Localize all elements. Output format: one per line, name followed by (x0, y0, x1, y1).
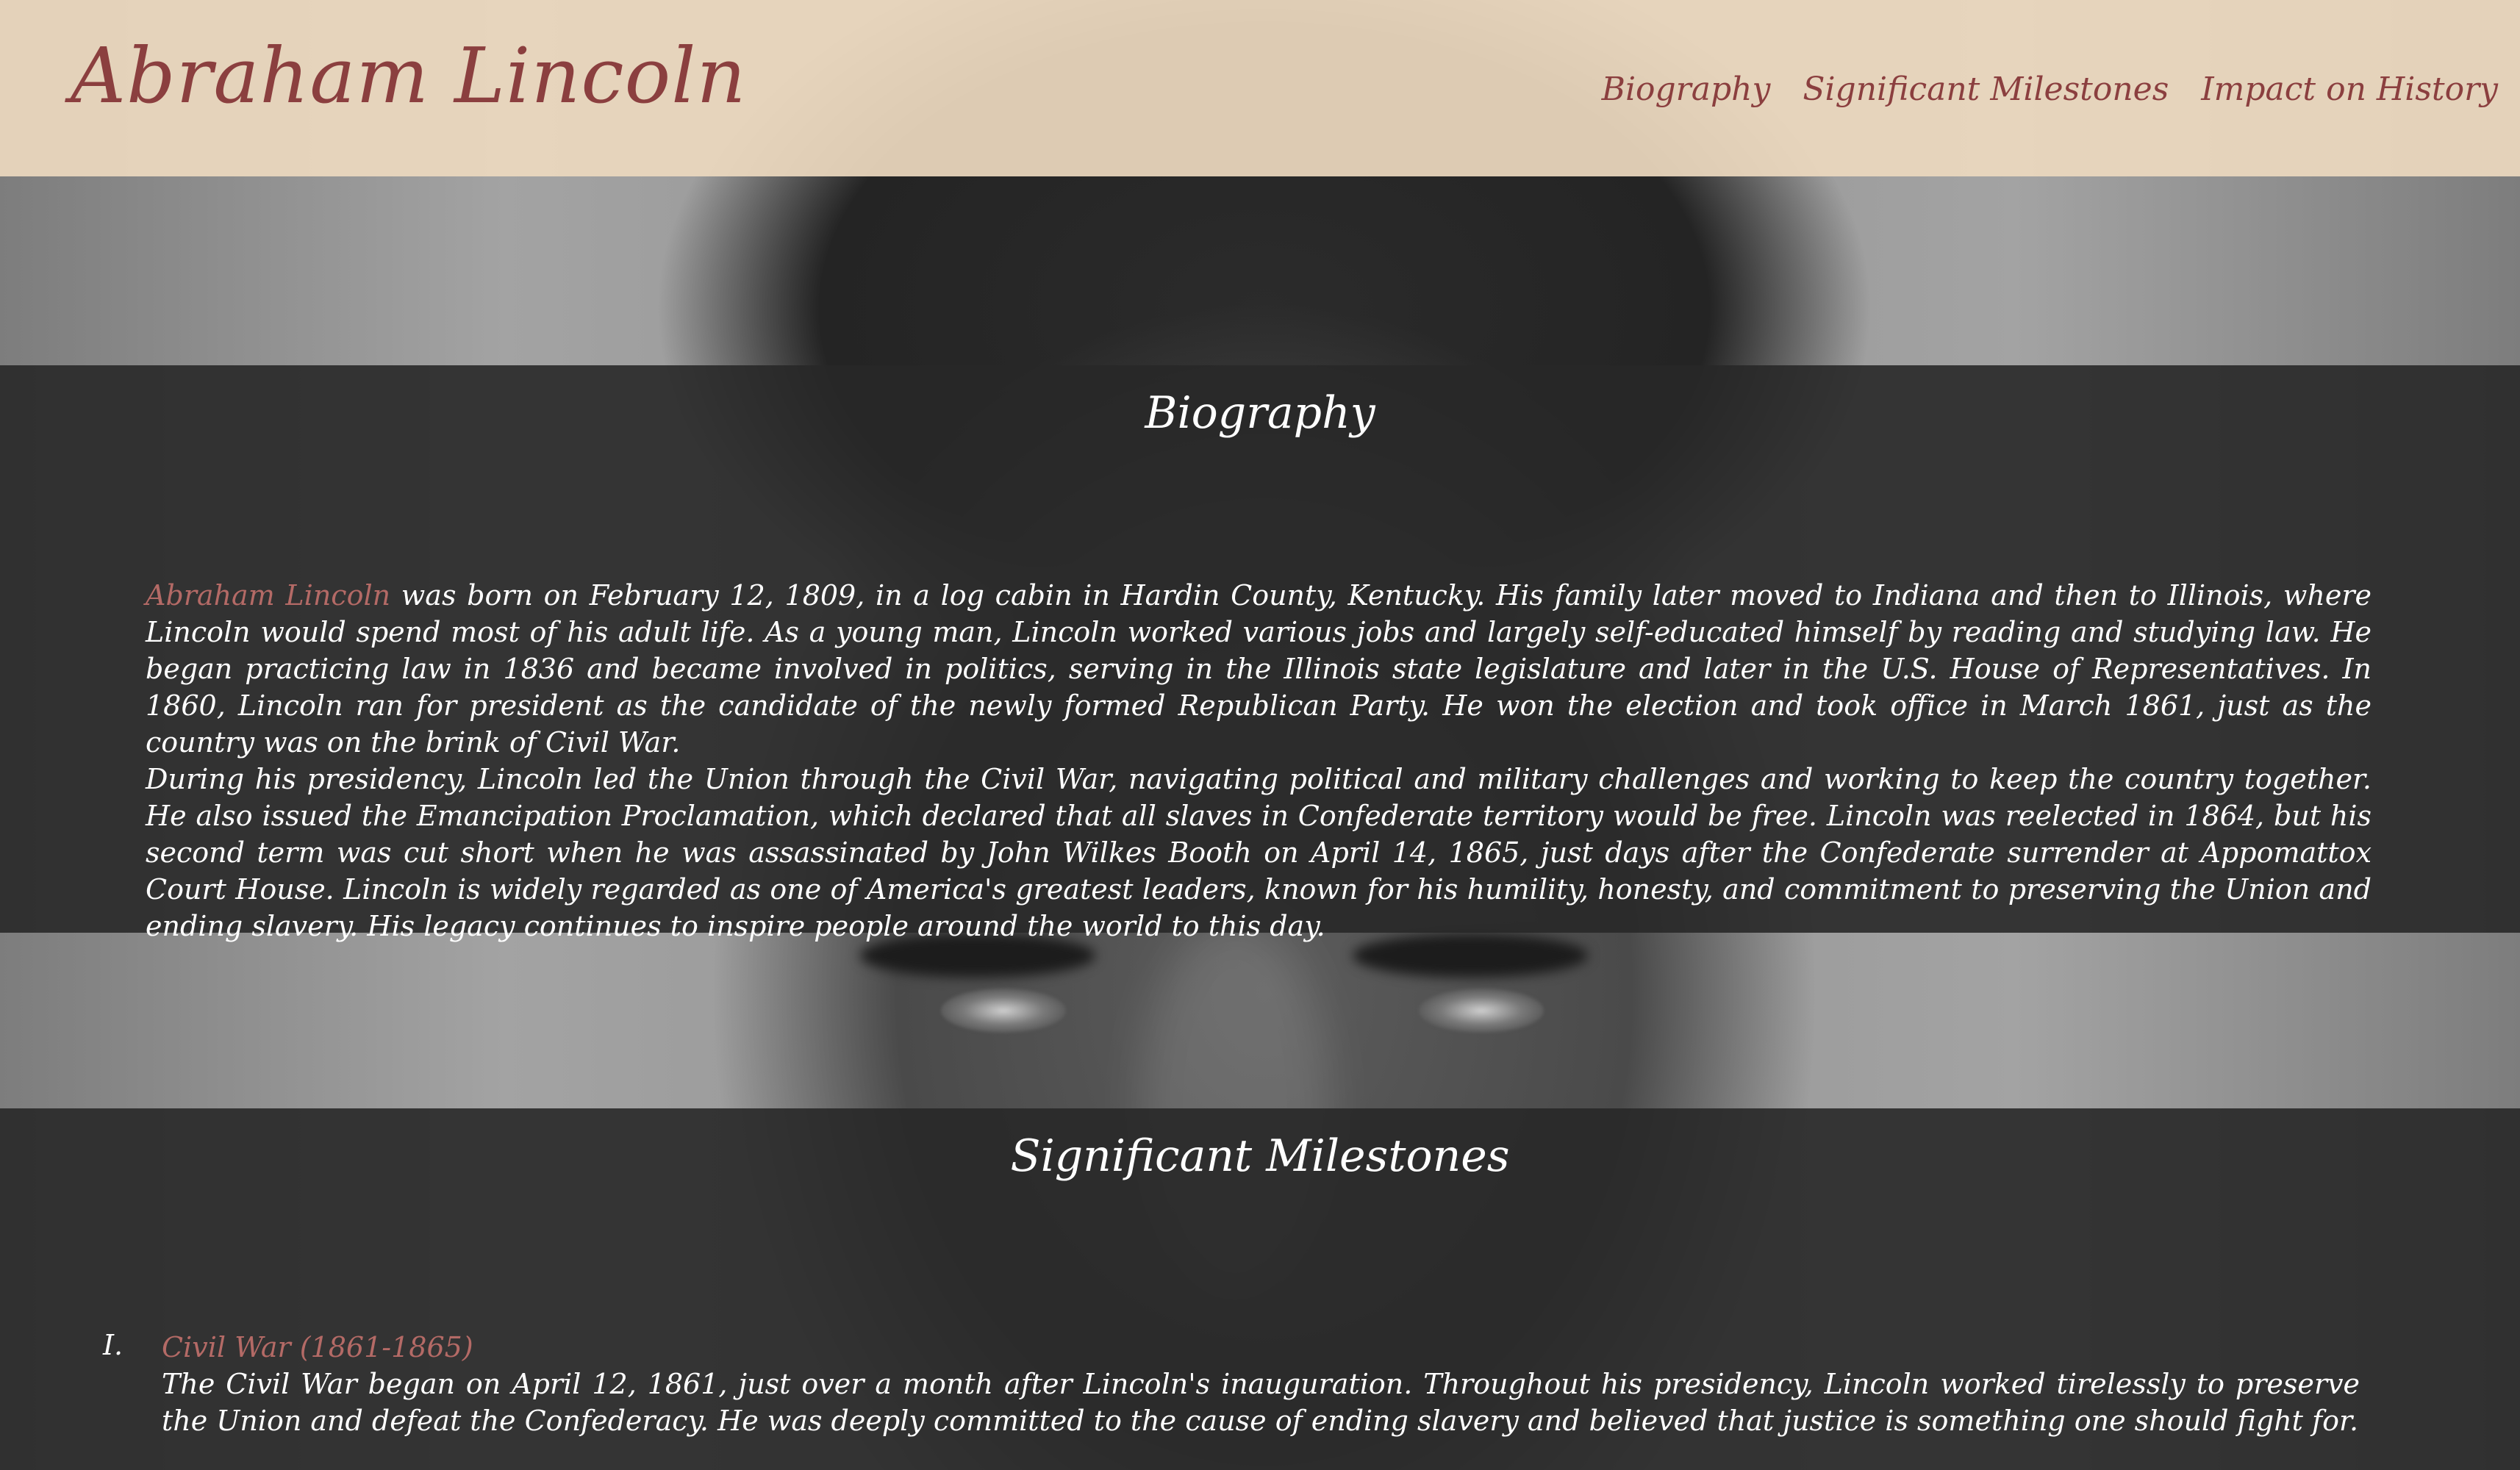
biography-heading: Biography (1145, 387, 1375, 439)
nav-link-significant-milestones[interactable]: Significant Milestones (1803, 71, 2169, 108)
biography-paragraph-1-text: was born on February 12, 1809, in a log … (146, 579, 2372, 759)
milestone-number: I. (103, 1329, 124, 1361)
main-nav: Biography Significant Milestones Impact … (1602, 71, 2498, 108)
biography-paragraph-1: Abraham Lincoln was born on February 12,… (146, 577, 2372, 761)
milestones-heading: Significant Milestones (1010, 1130, 1510, 1182)
milestone-title: Civil War (1861-1865) (162, 1331, 473, 1363)
nav-link-impact-on-history[interactable]: Impact on History (2201, 71, 2498, 108)
milestones-list: I. Civil War (1861-1865) The Civil War b… (103, 1329, 2360, 1439)
biography-text: Abraham Lincoln was born on February 12,… (146, 577, 2372, 944)
milestones-section: Significant Milestones I. Civil War (186… (0, 1108, 2520, 1470)
milestone-item: I. Civil War (1861-1865) The Civil War b… (103, 1329, 2360, 1439)
portrait-right-eye (1419, 989, 1544, 1033)
portrait-left-eye (941, 989, 1066, 1033)
milestone-description: The Civil War began on April 12, 1861, j… (162, 1368, 2360, 1437)
biography-section: Biography Abraham Lincoln was born on Fe… (0, 365, 2520, 942)
biography-paragraph-2: During his presidency, Lincoln led the U… (146, 763, 2372, 942)
nav-link-biography[interactable]: Biography (1602, 71, 1771, 108)
biography-name-highlight: Abraham Lincoln (146, 579, 391, 612)
page: Abraham Lincoln Biography Significant Mi… (0, 0, 2520, 1470)
site-header: Abraham Lincoln Biography Significant Mi… (0, 0, 2520, 176)
site-logo[interactable]: Abraham Lincoln (71, 31, 746, 121)
